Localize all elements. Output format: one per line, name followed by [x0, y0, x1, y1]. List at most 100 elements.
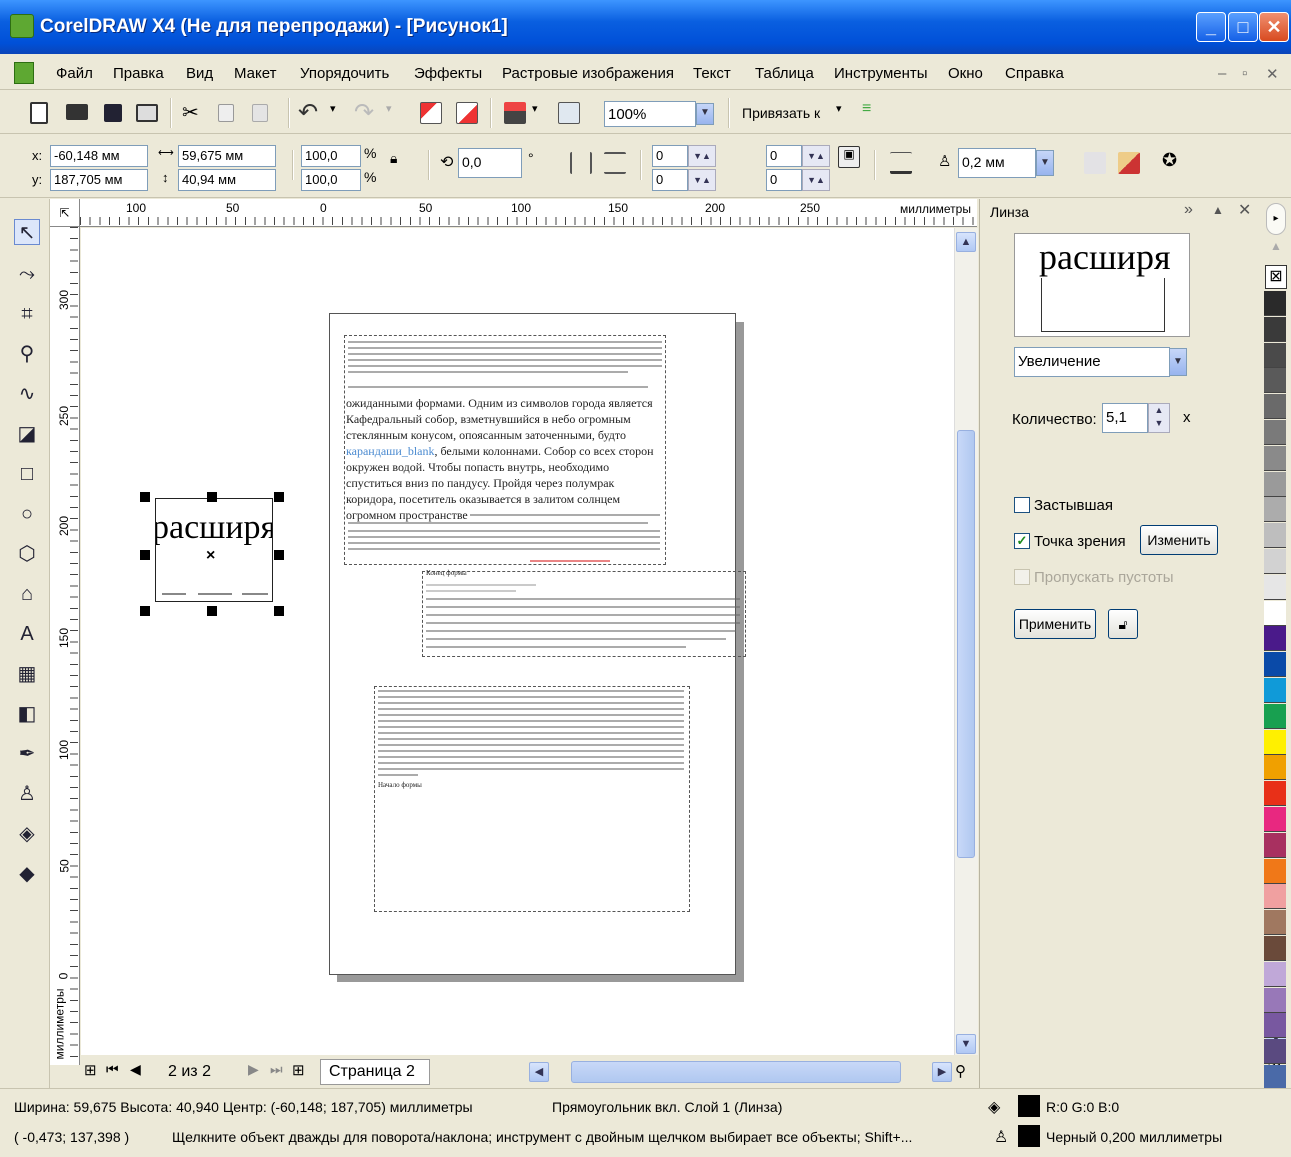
- x-position-field[interactable]: -60,148 мм: [50, 145, 148, 167]
- snap-to-label[interactable]: Привязать к: [742, 105, 820, 121]
- corner-top-right-field[interactable]: 0: [766, 145, 802, 167]
- document-icon[interactable]: [14, 62, 34, 84]
- corner-top-left-field[interactable]: 0: [652, 145, 688, 167]
- color-swatch[interactable]: [1264, 497, 1286, 523]
- corner-lock-icon[interactable]: ▣: [838, 146, 860, 168]
- corner-bottom-right-field[interactable]: 0: [766, 169, 802, 191]
- snap-dropdown-icon[interactable]: ▾: [836, 102, 858, 124]
- zoom-tool-icon[interactable]: ⚲: [14, 341, 40, 367]
- color-swatch[interactable]: [1264, 910, 1286, 936]
- selection-handle[interactable]: [207, 606, 217, 616]
- color-swatch[interactable]: [1264, 342, 1286, 368]
- add-page-before-icon[interactable]: ⊞: [84, 1061, 97, 1079]
- title-bar[interactable]: CorelDRAW X4 (Не для перепродажи) - [Рис…: [0, 0, 1291, 54]
- color-swatch[interactable]: [1264, 420, 1286, 445]
- docker-close-icon[interactable]: ✕: [1238, 200, 1251, 220]
- remove-face-checkbox[interactable]: [1014, 569, 1030, 585]
- prev-page-icon[interactable]: ◀: [130, 1061, 141, 1078]
- selection-handle[interactable]: [140, 606, 150, 616]
- viewpoint-checkbox[interactable]: ✓: [1014, 533, 1030, 549]
- redo-dropdown-icon[interactable]: ▾: [386, 102, 408, 124]
- docker-expand-icon[interactable]: »: [1184, 201, 1193, 219]
- scroll-right-icon[interactable]: ▶: [932, 1062, 952, 1082]
- palette-up-icon[interactable]: ▲: [1266, 239, 1286, 259]
- menu-window[interactable]: Окно: [948, 65, 983, 82]
- color-swatch[interactable]: [1264, 884, 1286, 910]
- rotation-angle-field[interactable]: 0,0: [458, 148, 522, 178]
- corner-bottom-right-spin[interactable]: ▼▲: [802, 169, 830, 191]
- ellipse-tool-icon[interactable]: ○: [14, 501, 40, 527]
- color-swatch[interactable]: [1264, 600, 1286, 626]
- corner-bottom-left-field[interactable]: 0: [652, 169, 688, 191]
- ruler-origin-icon[interactable]: ⇱: [50, 199, 80, 227]
- color-swatch[interactable]: [1264, 652, 1286, 678]
- mirror-vertical-icon[interactable]: [604, 152, 626, 174]
- welcome-screen-icon[interactable]: [558, 102, 580, 124]
- scale-y-field[interactable]: 100,0: [301, 169, 361, 191]
- application-launcher-icon[interactable]: [504, 102, 526, 124]
- color-swatch[interactable]: [1264, 987, 1286, 1013]
- vertical-scroll-thumb[interactable]: [957, 430, 975, 858]
- lens-mode-dropdown-icon[interactable]: ▼: [1169, 348, 1187, 376]
- doc-restore-icon[interactable]: ▫: [1242, 65, 1247, 82]
- horizontal-scroll-thumb[interactable]: [571, 1061, 901, 1083]
- undo-dropdown-icon[interactable]: ▾: [330, 102, 352, 124]
- scroll-down-icon[interactable]: ▼: [956, 1034, 976, 1054]
- eyedropper-tool-icon[interactable]: ✒: [14, 741, 40, 767]
- color-swatch[interactable]: [1264, 316, 1286, 342]
- color-swatch[interactable]: [1264, 291, 1286, 316]
- outline-width-field[interactable]: 0,2 мм: [958, 148, 1036, 178]
- undo-icon[interactable]: ↶: [298, 98, 320, 126]
- color-swatch[interactable]: [1264, 574, 1286, 600]
- table-tool-icon[interactable]: ▦: [14, 661, 40, 687]
- color-swatch[interactable]: [1264, 445, 1286, 471]
- scroll-up-icon[interactable]: ▲: [956, 232, 976, 252]
- apply-button[interactable]: Применить: [1014, 609, 1096, 639]
- amount-spin[interactable]: ▲ ▼: [1148, 403, 1170, 433]
- menu-layout[interactable]: Макет: [234, 65, 276, 82]
- corner-top-left-spin[interactable]: ▼▲: [688, 145, 716, 167]
- to-front-icon[interactable]: [1084, 152, 1106, 174]
- mirror-horizontal-icon[interactable]: [570, 152, 592, 174]
- selection-handle[interactable]: [207, 492, 217, 502]
- menu-file[interactable]: Файл: [56, 65, 93, 82]
- shape-tool-icon[interactable]: ⤳: [14, 261, 40, 287]
- minimize-button[interactable]: _: [1196, 12, 1226, 42]
- menu-arrange[interactable]: Упорядочить: [300, 65, 389, 82]
- to-back-icon[interactable]: [1118, 152, 1140, 174]
- selection-handle[interactable]: [274, 606, 284, 616]
- lens-mode-select[interactable]: Увеличение: [1014, 347, 1170, 377]
- outline-width-dropdown-icon[interactable]: ▼: [1036, 150, 1054, 176]
- coreldraw-app-icon[interactable]: [10, 14, 34, 38]
- menu-effects[interactable]: Эффекты: [414, 65, 482, 82]
- interactive-fill-tool-icon[interactable]: ◆: [14, 861, 40, 887]
- add-page-after-icon[interactable]: ⊞: [292, 1061, 305, 1079]
- color-swatch[interactable]: [1264, 832, 1286, 858]
- drawing-page[interactable]: ожиданными формами. Одним из символов го…: [329, 313, 746, 975]
- fill-tool-icon[interactable]: ◈: [14, 821, 40, 847]
- selection-handle[interactable]: [274, 492, 284, 502]
- last-page-icon[interactable]: ⏭: [270, 1061, 283, 1078]
- next-page-icon[interactable]: ▶: [248, 1061, 259, 1078]
- horizontal-ruler[interactable]: 100 50 0 50 100 150 200 250 миллиметры: [80, 199, 977, 227]
- polygon-tool-icon[interactable]: ⬡: [14, 541, 40, 567]
- color-swatch[interactable]: [1264, 678, 1286, 703]
- close-button[interactable]: ✕: [1259, 12, 1289, 42]
- color-swatch[interactable]: [1264, 1065, 1286, 1090]
- wrap-paragraph-icon[interactable]: [890, 152, 912, 174]
- cut-icon[interactable]: ✂: [182, 100, 204, 124]
- options-icon[interactable]: ≡: [862, 100, 884, 122]
- docker-collapse-icon[interactable]: ▲: [1212, 203, 1224, 217]
- basic-shapes-tool-icon[interactable]: ⌂: [14, 581, 40, 607]
- y-position-field[interactable]: 187,705 мм: [50, 169, 148, 191]
- color-swatch[interactable]: [1264, 755, 1286, 781]
- text-tool-icon[interactable]: A: [14, 621, 40, 647]
- color-swatch[interactable]: [1264, 549, 1286, 574]
- color-swatch[interactable]: [1264, 471, 1286, 497]
- color-swatch[interactable]: [1264, 1013, 1286, 1039]
- zoom-level-field[interactable]: 100%: [604, 101, 696, 127]
- edit-viewpoint-button[interactable]: Изменить: [1140, 525, 1218, 555]
- menu-help[interactable]: Справка: [1005, 65, 1064, 82]
- color-swatch[interactable]: [1264, 523, 1286, 549]
- corner-bottom-left-spin[interactable]: ▼▲: [688, 169, 716, 191]
